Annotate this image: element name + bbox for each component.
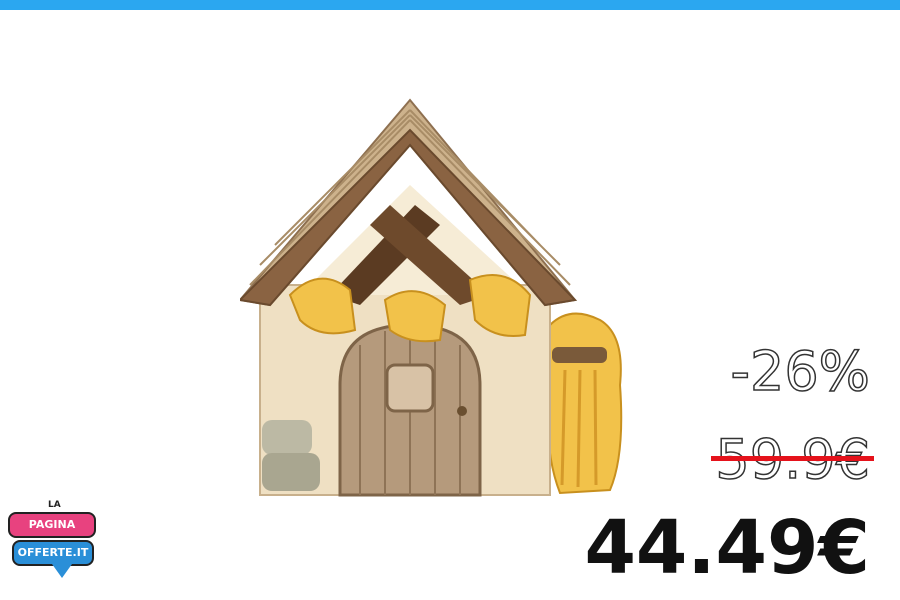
- logo-text-la: LA: [48, 500, 61, 510]
- logo-text-offerte: OFFERTE.IT: [12, 540, 94, 566]
- stone-shape: [262, 420, 312, 455]
- logo-text-pagina-delle: PAGINA DELLE: [8, 512, 96, 553]
- top-accent-bar: [0, 0, 900, 10]
- site-logo[interactable]: LA PAGINA DELLE OFFERTE.IT: [8, 500, 100, 592]
- old-price-container: 59.9€: [711, 427, 874, 492]
- new-price: 44.49€: [584, 505, 870, 591]
- discount-percentage: -26%: [730, 339, 871, 404]
- broom-shape: [546, 312, 623, 495]
- strikethrough-line: [711, 456, 874, 461]
- logo-speech-tail-icon: [52, 564, 72, 578]
- product-image-ceramic-house: [240, 98, 623, 497]
- old-price: 59.9€: [711, 427, 874, 492]
